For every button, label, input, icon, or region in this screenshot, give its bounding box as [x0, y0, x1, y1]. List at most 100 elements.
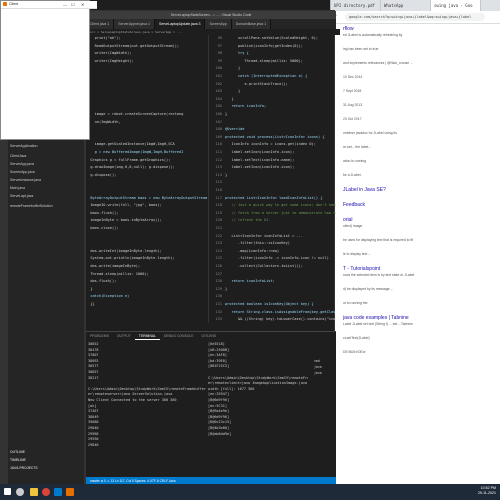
result-title-link[interactable]: java code examples | Tabnine	[343, 315, 409, 321]
java-icon[interactable]	[66, 488, 74, 496]
vscode-icon[interactable]	[54, 488, 62, 496]
code-text: return String.class.isAssignableFrom(key…	[225, 309, 336, 314]
chrome-tab[interactable]: UPI directory.pdf	[331, 0, 381, 11]
panel-tab-gitlens[interactable]: GITLENS	[198, 332, 221, 340]
address-bar[interactable]: google.com/search?q=swing+java+jlabel&oq…	[345, 13, 485, 21]
editor-tab[interactable]: DomainBase.java 1	[231, 19, 272, 29]
result-snippet: re-set... the label...	[343, 145, 372, 149]
right-editor[interactable]: 96 scrollPane.setValue(ScaledHeight, 0);…	[210, 35, 337, 323]
line-number: 133	[215, 317, 223, 322]
panel-tab-terminal[interactable]: TERMINAL	[134, 332, 160, 340]
line-number: 130	[215, 294, 223, 299]
code-line: 120 // refresh the UI.	[210, 217, 271, 223]
explorer-item[interactable]: ServerInstance.java	[10, 178, 41, 182]
maximize-button[interactable]: ☐	[71, 2, 75, 7]
java-projects-section[interactable]: JAVA PROJECTS	[10, 466, 38, 470]
line-number: 107	[215, 119, 223, 124]
code-text: }	[225, 172, 228, 177]
code-line: ByteArrayOutputStream baos = new ByteArr…	[86, 195, 207, 201]
result-title-link[interactable]: JLabel in Java SE?	[343, 187, 386, 193]
explorer-item[interactable]: remoteFramebufferSolution	[10, 204, 53, 208]
explorer-item[interactable]: Main.java	[10, 186, 25, 190]
code-line: imageInByte = baos.toByteArray();	[86, 217, 161, 223]
chrome-toolbar: ← google.com/search?q=swing+java+jlabel&…	[331, 11, 500, 24]
left-editor[interactable]: print("ok"); ReadOutputStream(out.getOut…	[86, 35, 209, 323]
panel-tab-debug[interactable]: DEBUG CONSOLE	[160, 332, 198, 340]
code-text: baos.flush();	[86, 210, 119, 215]
code-line: 112 label.setText(iconInfo.name);	[210, 157, 295, 163]
code-text: }	[225, 89, 241, 94]
editor-tab[interactable]: Client.java 1	[86, 19, 115, 29]
code-line: 113 label.setIcon(iconInfo.icon);	[210, 164, 295, 170]
line-number: 98	[217, 51, 222, 56]
code-line: 119 // fetch from a server just to demon…	[210, 210, 337, 216]
chrome-tab-active[interactable]: swing java - Goo	[431, 0, 481, 11]
panel-tab-problems[interactable]: PROBLEMS	[86, 332, 113, 340]
start-icon[interactable]	[4, 488, 11, 495]
explorer-item[interactable]: ServerApplication	[10, 144, 37, 148]
code-text: catch(Exception e)	[86, 294, 130, 299]
terminal-right[interactable]: [0e5518] [kB:2508B] [en:3AF8] [bd:39E0] [8B1…	[208, 342, 308, 476]
code-line: g = new BufferedImage(ImgW,ImgH,Buffered…	[86, 149, 184, 155]
result-snippet: d) be displayed by its message ...	[343, 287, 394, 291]
explorer-item[interactable]: ClientJava	[10, 154, 26, 158]
result-snippet: rows the selected item is by text state …	[343, 273, 415, 277]
search-icon[interactable]	[16, 488, 24, 496]
chrome-tab-strip: UPI directory.pdf WhatsApp swing java - …	[331, 0, 500, 11]
code-line: 125 .filter(iconInfo -> iconInfo.icon !=…	[210, 255, 329, 261]
system-clock[interactable]: 10:52 PM 29-11-2021	[478, 486, 496, 496]
code-text: .filter(iconInfo -> iconInfo.icon != nul…	[225, 256, 329, 261]
result-title-link[interactable]: orial	[343, 217, 352, 223]
code-line: 114}	[210, 172, 228, 178]
result-snippet: 10 Dec 2014	[343, 75, 363, 79]
chrome-tab[interactable]: WhatsApp	[381, 0, 431, 11]
code-line: 108 @Override	[210, 126, 245, 132]
code-text: ne(ImgWidth,	[86, 119, 121, 124]
line-number: 132	[215, 309, 223, 314]
close-button[interactable]: ✕	[81, 2, 84, 7]
editor-tab[interactable]: ServerAppnet.java 1	[114, 19, 155, 29]
code-text: e.printStackTrace();	[225, 81, 288, 86]
code-text: dos.writeInt(imageInByte.length);	[86, 248, 162, 253]
explorer-item[interactable]: ScreenApp.java	[10, 170, 35, 174]
code-text: IconInfo iconInfo = icons.get(index 0);	[225, 142, 316, 147]
result-snippet: DE:BU5:K0Eor	[343, 350, 366, 354]
code-line: 96 scrollPane.setValue(ScaledHeight, 0);	[210, 35, 318, 41]
outline-section[interactable]: OUTLINE	[10, 450, 25, 454]
chrome-icon[interactable]	[42, 488, 50, 496]
terminal-list-item[interactable]: java	[314, 370, 334, 376]
code-text: protected boolean isIconKey(Object key) …	[225, 302, 314, 306]
code-line: 109 protected void process(List<IconInfo>…	[210, 134, 325, 140]
result-title-link[interactable]: rflow	[343, 26, 354, 32]
code-text: }	[86, 286, 93, 291]
result-title-link[interactable]: T - Tutorialspoint	[343, 266, 380, 272]
code-line: 98 try {	[210, 50, 249, 56]
terminal-left[interactable]: 38852 38478 37007 38092 38577 38857 38217 C:\Us…	[88, 342, 206, 476]
result-title-link[interactable]: Feedback	[343, 202, 365, 208]
line-number: 112	[215, 157, 223, 162]
code-line: ImageIO.write(full, "jpg", baos);	[86, 202, 161, 208]
editor-tab[interactable]: ScreenApp	[205, 19, 232, 29]
result-snippet: be used for displaying text that is requ…	[343, 238, 414, 242]
minimize-button[interactable]: —	[63, 2, 67, 7]
code-line: 107	[210, 119, 225, 125]
line-number: 126	[215, 264, 223, 268]
code-line: 127	[210, 271, 225, 277]
explorer-item[interactable]: ServeLapt.java	[10, 194, 33, 198]
file-explorer-icon[interactable]	[30, 488, 38, 496]
code-text: try {	[225, 51, 249, 56]
panel-tab-output[interactable]: OUTPUT	[113, 332, 135, 340]
line-number: 108	[215, 127, 223, 132]
code-line: writer(ImgWidth);	[86, 50, 132, 56]
code-text: writer(ImgWidth);	[86, 51, 132, 56]
explorer-item[interactable]: ServerApp.java	[10, 162, 34, 166]
code-line: 103 }	[210, 88, 241, 94]
line-number: 121	[215, 226, 223, 230]
result-snippet: 7 Sept 2018	[343, 89, 362, 93]
code-text: publish(iconInfo(getIndex(0));	[225, 43, 303, 48]
code-text: }	[225, 66, 241, 71]
terminal-list: cmd java java	[314, 358, 334, 376]
editor-tab-active[interactable]: ServeLaptopUpdate.java 3	[154, 19, 206, 29]
code-text: Thread.sleep(millis: 1000);	[86, 271, 149, 276]
timeline-section[interactable]: TIMELINE	[10, 458, 26, 462]
